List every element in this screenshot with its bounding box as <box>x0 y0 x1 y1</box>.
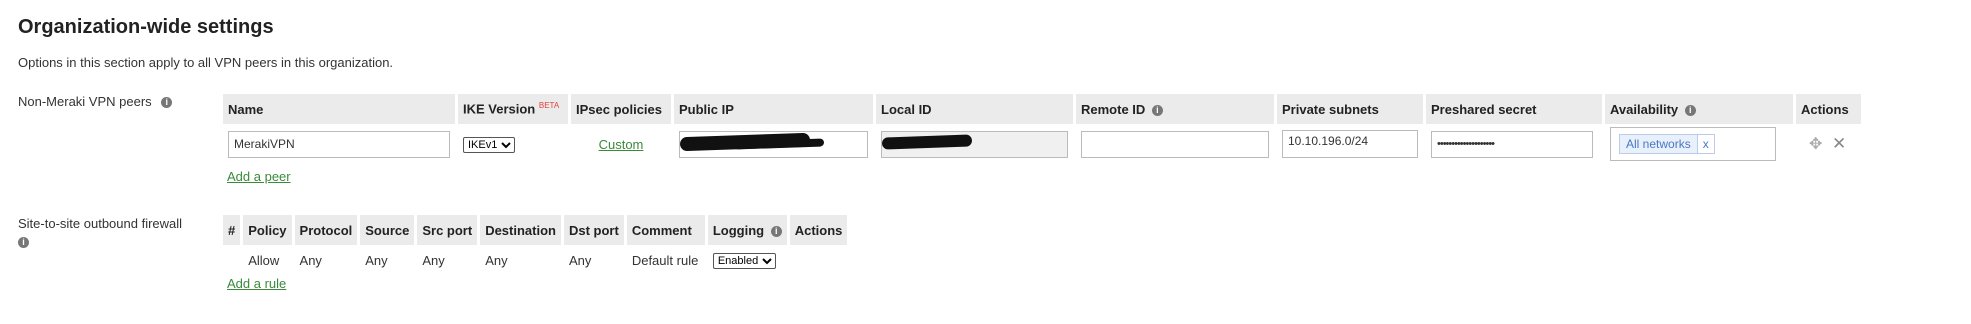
cell-remote-id <box>1076 124 1274 164</box>
col-logging: Logging i <box>707 215 787 245</box>
cell-source: Any <box>365 252 388 268</box>
col-actions: Actions <box>789 215 848 245</box>
col-actions: Actions <box>1796 94 1861 124</box>
cell-src-port: Any <box>422 252 445 268</box>
private-subnets-input[interactable]: 10.10.196.0/24 <box>1282 130 1418 158</box>
table-row: Allow Any Any Any Any Any Default rule E… <box>223 245 847 275</box>
vpn-peers-table-wrap: Name IKE Version BETA IPsec policies Pub… <box>220 94 1864 186</box>
availability-tag: All networks <box>1619 134 1698 154</box>
remote-id-input[interactable] <box>1081 130 1269 158</box>
cell-availability: All networks x <box>1605 124 1793 164</box>
col-ipsec: IPsec policies <box>571 94 671 124</box>
info-icon[interactable]: i <box>1151 104 1163 116</box>
cell-num <box>223 245 240 275</box>
cell-policy: Allow <box>248 252 280 268</box>
cell-comment: Default rule <box>631 252 699 268</box>
firewall-table-wrap: # Policy Protocol Source Src port Destin… <box>220 215 850 293</box>
page-title: Organization-wide settings <box>18 16 274 38</box>
col-private-subnets: Private subnets <box>1277 94 1423 124</box>
col-source: Source <box>360 215 415 245</box>
vpn-peers-label: Non-Meraki VPN peers i <box>18 94 173 109</box>
cell-dst-port: Any <box>568 252 592 268</box>
ipsec-custom-link[interactable]: Custom <box>599 137 644 152</box>
col-ike-version: IKE Version BETA <box>458 94 568 124</box>
info-icon[interactable]: i <box>770 225 782 237</box>
firewall-label-text: Site-to-site outbound firewall <box>18 216 183 231</box>
ike-version-select[interactable]: IKEv1 <box>463 136 515 153</box>
page-description: Options in this section apply to all VPN… <box>18 55 394 70</box>
cell-local-id <box>876 124 1073 164</box>
table-row: IKEv1 Custom 10.10.196.0 <box>223 124 1861 164</box>
move-icon[interactable]: ✥ <box>1809 136 1822 153</box>
add-rule-link[interactable]: Add a rule <box>227 276 286 291</box>
firewall-table: # Policy Protocol Source Src port Destin… <box>220 215 850 275</box>
col-num: # <box>223 215 241 245</box>
cell-preshared: •••••••••••••••••••• <box>1426 124 1602 164</box>
cell-ike: IKEv1 <box>458 124 568 164</box>
cell-protocol: Any <box>299 252 322 268</box>
cell-private-subnets: 10.10.196.0/24 <box>1277 124 1423 164</box>
logging-select[interactable]: Enabled <box>712 252 776 269</box>
cell-name <box>223 124 455 164</box>
cell-ipsec: Custom <box>571 124 671 164</box>
cell-public-ip <box>674 124 873 164</box>
cell-logging: Enabled <box>708 245 787 275</box>
cell-actions: ✥ ✕ <box>1796 124 1861 164</box>
col-remote-id: Remote ID i <box>1076 94 1274 124</box>
col-comment: Comment <box>626 215 705 245</box>
col-availability: Availability i <box>1605 94 1793 124</box>
firewall-label: Site-to-site outbound firewall i <box>18 215 208 251</box>
col-name: Name <box>223 94 455 124</box>
add-peer-link[interactable]: Add a peer <box>227 169 291 184</box>
close-icon[interactable]: ✕ <box>1832 134 1846 153</box>
col-src-port: Src port <box>417 215 478 245</box>
peer-name-input[interactable] <box>228 130 450 158</box>
availability-input[interactable]: All networks x <box>1610 127 1776 161</box>
col-public-ip: Public IP <box>674 94 873 124</box>
vpn-peers-table: Name IKE Version BETA IPsec policies Pub… <box>220 94 1864 164</box>
col-policy: Policy <box>243 215 292 245</box>
info-icon[interactable]: i <box>18 237 29 249</box>
vpn-peers-label-text: Non-Meraki VPN peers <box>18 94 152 109</box>
cell-destination: Any <box>485 252 508 268</box>
beta-badge: BETA <box>538 101 560 111</box>
availability-tag-remove[interactable]: x <box>1696 134 1715 154</box>
col-dst-port: Dst port <box>563 215 624 245</box>
cell-actions <box>790 245 848 275</box>
info-icon[interactable]: i <box>1684 104 1696 116</box>
col-destination: Destination <box>480 215 561 245</box>
col-preshared: Preshared secret <box>1426 94 1602 124</box>
col-local-id: Local ID <box>876 94 1073 124</box>
preshared-secret-input[interactable]: •••••••••••••••••••• <box>1431 130 1593 158</box>
info-icon[interactable]: i <box>161 97 173 109</box>
col-protocol: Protocol <box>294 215 358 245</box>
